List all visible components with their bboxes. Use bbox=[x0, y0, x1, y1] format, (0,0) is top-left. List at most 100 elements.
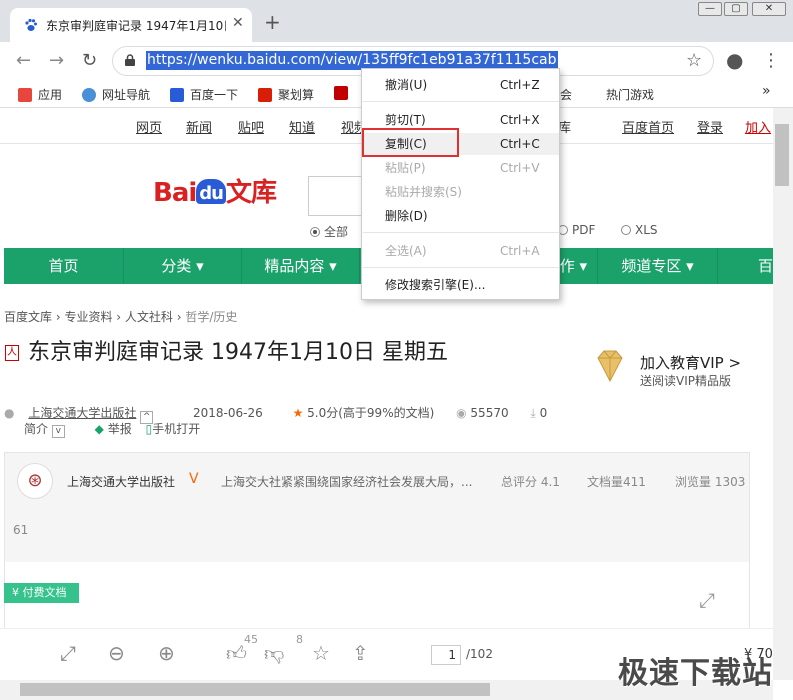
publisher-name[interactable]: 上海交通大学出版社 bbox=[67, 473, 175, 490]
yen-icon: ¥ bbox=[12, 586, 23, 599]
bookmark-partial[interactable]: 会 bbox=[560, 86, 572, 103]
new-tab-button[interactable]: + bbox=[264, 12, 281, 32]
chevron-down-icon[interactable]: v bbox=[51, 425, 65, 438]
doc-date: 2018-06-26 bbox=[192, 406, 263, 420]
eye-icon: ◉ bbox=[456, 406, 467, 420]
fullscreen-icon[interactable]: ⤢ bbox=[60, 643, 76, 663]
crumb-history[interactable]: 哲学/历史 bbox=[185, 310, 237, 324]
bookmark-games[interactable]: 热门游戏 bbox=[586, 86, 654, 103]
close-window-button[interactable]: ✕ bbox=[752, 2, 786, 16]
diamond-icon bbox=[597, 350, 623, 383]
nav-link-news[interactable]: 新闻 bbox=[186, 117, 212, 136]
nav-link-web[interactable]: 网页 bbox=[136, 117, 162, 136]
minimize-button[interactable]: — bbox=[698, 2, 722, 16]
paid-doc-badge: ¥ 付费文档 bbox=[4, 583, 79, 603]
favorite-star-icon[interactable]: ☆ bbox=[312, 643, 330, 663]
vip-subtitle: 送阅读VIP精品版 bbox=[640, 374, 731, 388]
bookmark-t[interactable] bbox=[334, 86, 354, 100]
baidu-paw-icon bbox=[25, 18, 37, 31]
baidu-wenku-logo[interactable]: Bai du 文库 bbox=[153, 172, 277, 209]
like-count: 45 bbox=[244, 633, 258, 646]
doc-views: 55570 bbox=[470, 406, 509, 420]
star-icon[interactable]: ☆ bbox=[686, 51, 702, 71]
radio-pdf[interactable]: PDF bbox=[558, 223, 595, 237]
bookmark-nav[interactable]: 网址导航 bbox=[82, 86, 150, 103]
back-icon[interactable]: ← bbox=[16, 51, 31, 71]
tab-title: 东京审判庭审记录 1947年1月10日 星期五 bbox=[46, 19, 226, 33]
gnav-more[interactable]: 百 bbox=[718, 248, 773, 284]
gnav-premium[interactable]: 精品内容 ▾ bbox=[242, 248, 360, 284]
thumbs-up-icon[interactable]: 👍︎ bbox=[226, 643, 247, 663]
menu-separator bbox=[363, 232, 559, 233]
nav-link-login[interactable]: 登录 bbox=[697, 117, 723, 136]
share-icon[interactable]: ⇪ bbox=[352, 643, 369, 663]
verified-v-icon: V bbox=[189, 471, 199, 487]
reload-icon[interactable]: ↻ bbox=[82, 51, 97, 71]
crumb-wenku[interactable]: 百度文库 bbox=[4, 310, 52, 324]
menu-item-select-all[interactable]: 全选(A) Ctrl+A bbox=[362, 240, 559, 262]
forward-icon[interactable]: → bbox=[49, 51, 64, 71]
vertical-scrollbar[interactable] bbox=[773, 108, 793, 680]
horizontal-scroll-thumb[interactable] bbox=[20, 683, 490, 696]
bookmark-juhuasuan[interactable]: 聚划算 bbox=[258, 86, 314, 103]
dislike-count: 8 bbox=[296, 633, 303, 646]
copy-highlight-box bbox=[362, 128, 459, 157]
publisher-desc: 上海交大社紧紧围绕国家经济社会发展大局，... bbox=[221, 475, 473, 489]
bookmarks-more-icon[interactable]: » bbox=[762, 83, 771, 99]
menu-item-edit-search-engine[interactable]: 修改搜索引擎(E)... bbox=[362, 274, 559, 296]
zoom-out-icon[interactable]: ⊖ bbox=[108, 643, 125, 663]
watermark: 极速下载站 bbox=[618, 656, 773, 691]
page-number-input[interactable]: 1 bbox=[431, 645, 461, 665]
nav-link-baidu-home[interactable]: 百度首页 bbox=[622, 117, 674, 136]
menu-icon[interactable]: ⋮ bbox=[762, 51, 780, 71]
doc-rating: 5.0分(高于99%的文档) bbox=[307, 406, 435, 420]
vertical-scroll-thumb[interactable] bbox=[775, 124, 789, 186]
nav-link-tieba[interactable]: 贴吧 bbox=[238, 117, 264, 136]
publisher-doc-count: 文档量411 bbox=[587, 475, 646, 489]
browser-tab[interactable]: 东京审判庭审记录 1947年1月10日 星期五 ✕ bbox=[10, 8, 252, 42]
tab-close-icon[interactable]: ✕ bbox=[232, 15, 244, 31]
menu-separator bbox=[363, 101, 559, 102]
shield-icon: ◆ bbox=[94, 422, 104, 436]
radio-xls[interactable]: XLS bbox=[621, 223, 658, 237]
gnav-channels[interactable]: 频道专区 ▾ bbox=[598, 248, 718, 284]
page-total: /102 bbox=[466, 647, 493, 661]
intro-button[interactable]: 简介 bbox=[24, 422, 48, 436]
download-icon: ⤓ bbox=[530, 406, 536, 420]
menu-item-delete[interactable]: 删除(D) bbox=[362, 205, 559, 227]
star-rating-icon: ★ bbox=[292, 406, 304, 420]
menu-item-undo[interactable]: 撤消(U) Ctrl+Z bbox=[362, 74, 559, 96]
vip-title: 加入教育VIP > bbox=[640, 354, 742, 372]
page-title: 东京审判庭审记录 1947年1月10日 星期五 bbox=[28, 340, 448, 365]
bookmark-baidu[interactable]: 百度一下 bbox=[170, 86, 238, 103]
menu-separator bbox=[363, 267, 559, 268]
profile-icon[interactable]: ● bbox=[726, 50, 743, 70]
lock-icon bbox=[125, 54, 135, 66]
nav-link-zhidao[interactable]: 知道 bbox=[289, 117, 315, 136]
avatar-icon bbox=[586, 88, 600, 102]
pdf-icon: 人 bbox=[5, 345, 19, 361]
doc-downloads: 0 bbox=[539, 406, 548, 420]
crumb-humanities[interactable]: 人文社科 bbox=[125, 310, 173, 324]
user-icon: ● bbox=[4, 406, 15, 420]
menu-item-paste-search[interactable]: 粘贴并搜索(S) bbox=[362, 181, 559, 203]
gnav-category[interactable]: 分类 ▾ bbox=[124, 248, 242, 284]
publisher-browse-count: 浏览量 1303 bbox=[675, 475, 746, 489]
report-button[interactable]: 举报 bbox=[108, 422, 132, 436]
menu-item-paste[interactable]: 粘贴(P) Ctrl+V bbox=[362, 157, 559, 179]
crumb-professional[interactable]: 专业资料 bbox=[64, 310, 112, 324]
gnav-home[interactable]: 首页 bbox=[4, 248, 124, 284]
t-logo-icon bbox=[334, 86, 348, 100]
zoom-in-icon[interactable]: ⊕ bbox=[158, 643, 175, 663]
radio-all[interactable]: 全部 bbox=[310, 223, 348, 240]
maximize-button[interactable]: ▢ bbox=[724, 2, 748, 16]
search-input[interactable] bbox=[308, 176, 368, 216]
nav-link-join[interactable]: 加入 bbox=[745, 117, 771, 136]
bookmark-apps[interactable]: 应用 bbox=[18, 86, 62, 103]
mobile-open-button[interactable]: 手机打开 bbox=[152, 422, 200, 436]
fullscreen-icon[interactable]: ⤢ bbox=[699, 588, 715, 612]
publisher-link[interactable]: 上海交通大学出版社 bbox=[28, 406, 136, 420]
thumbs-down-icon[interactable]: 👎︎ bbox=[264, 643, 284, 663]
publisher-logo[interactable]: ⊛ bbox=[17, 463, 53, 499]
doc-actions: 简介 v ◆ 举报 ▯手机打开 bbox=[4, 420, 200, 438]
